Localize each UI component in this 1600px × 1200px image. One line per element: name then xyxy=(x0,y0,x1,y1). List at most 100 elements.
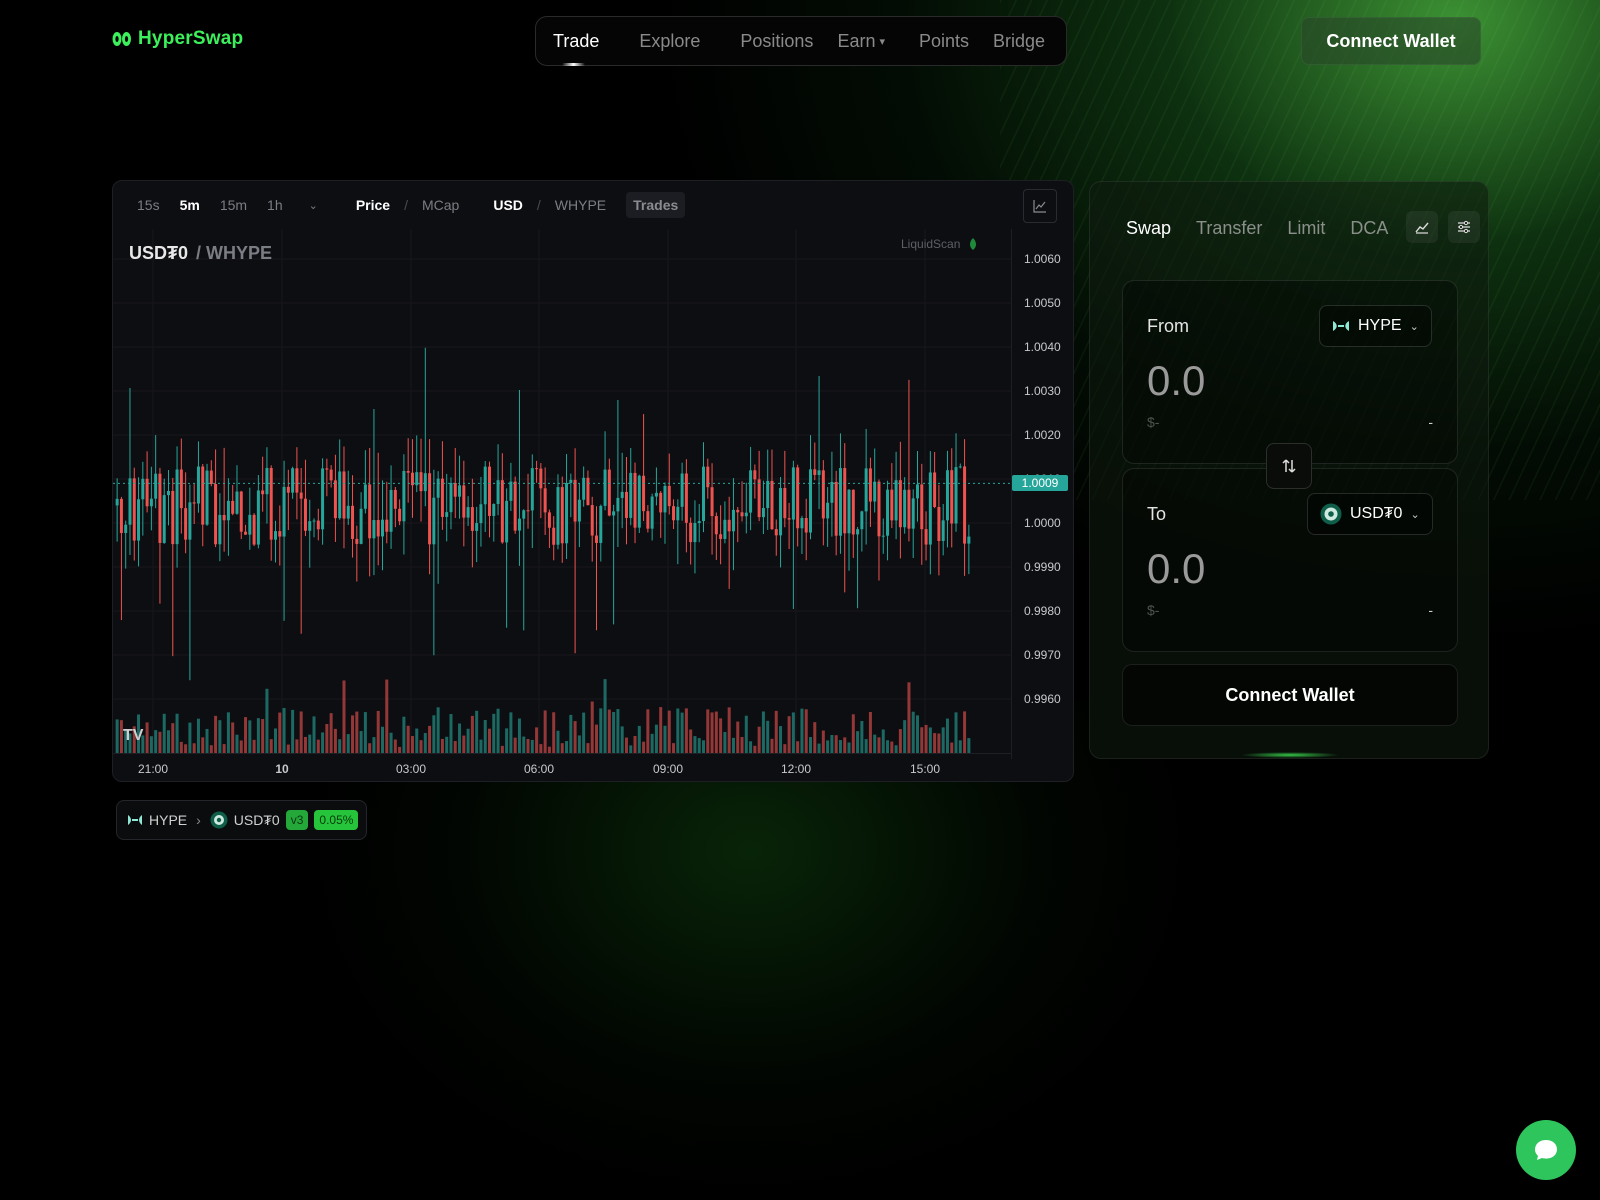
candle-body xyxy=(419,472,423,492)
candle-body xyxy=(800,518,804,529)
volume-bar xyxy=(898,729,902,753)
interval-5m[interactable]: 5m xyxy=(170,197,210,213)
candle-body xyxy=(911,498,915,529)
chart-toolbar: 15s 5m 15m 1h ⌄ Price / MCap USD / WHYPE… xyxy=(113,181,1073,229)
candle-body xyxy=(359,508,363,544)
volume-bar xyxy=(368,743,372,753)
from-amount-input[interactable] xyxy=(1147,357,1347,405)
separator: / xyxy=(536,197,541,213)
candle-body xyxy=(684,473,688,523)
candle-body xyxy=(406,470,410,473)
interval-15m[interactable]: 15m xyxy=(210,197,257,213)
volume-bar xyxy=(154,730,158,753)
to-label: To xyxy=(1147,504,1167,524)
swap-connect-wallet-button[interactable]: Connect Wallet xyxy=(1122,664,1458,726)
candle-body xyxy=(316,520,320,530)
nav-trade[interactable]: Trade xyxy=(536,17,611,66)
volume-bar xyxy=(702,740,705,753)
volume-bar xyxy=(406,725,410,753)
volume-bar xyxy=(624,737,628,753)
candle-body xyxy=(517,518,521,531)
brand-logo[interactable]: HyperSwap xyxy=(112,28,243,50)
candle-body xyxy=(577,499,581,522)
tab-limit[interactable]: Limit xyxy=(1287,218,1325,239)
candle-body xyxy=(723,519,727,539)
sliders-icon xyxy=(1458,220,1470,234)
volume-bar xyxy=(440,738,444,753)
tab-transfer[interactable]: Transfer xyxy=(1196,218,1262,239)
toggle-mcap[interactable]: MCap xyxy=(412,197,469,213)
candle-body xyxy=(535,468,539,470)
candle-body xyxy=(826,502,830,519)
volume-bar xyxy=(338,739,342,753)
nav-bridge[interactable]: Bridge xyxy=(981,17,1057,65)
volume-bar xyxy=(513,737,517,753)
volume-bar xyxy=(864,739,868,753)
to-token-label: USD₮0 xyxy=(1350,505,1403,522)
candlestick-chart[interactable] xyxy=(113,229,1011,753)
trades-toggle[interactable]: Trades xyxy=(626,192,686,218)
interval-1h[interactable]: 1h xyxy=(257,197,293,213)
candle-body xyxy=(509,481,513,501)
volume-bar xyxy=(492,713,496,753)
to-token-selector[interactable]: USD₮0 ⌄ xyxy=(1307,493,1433,535)
candle-body xyxy=(342,471,346,519)
tradingview-logo[interactable]: TV xyxy=(123,727,143,745)
volume-bar xyxy=(856,731,860,753)
volume-bar xyxy=(496,708,500,753)
nav-positions[interactable]: Positions xyxy=(712,17,825,65)
time-tick-label: 10 xyxy=(275,762,289,776)
nav-earn[interactable]: Earn ▾ xyxy=(825,17,897,65)
nav-points[interactable]: Points xyxy=(897,17,981,65)
volume-bar xyxy=(470,715,474,753)
volume-bar xyxy=(428,725,432,753)
candle-body xyxy=(595,535,598,543)
nav-explore[interactable]: Explore xyxy=(611,17,712,65)
volume-bar xyxy=(458,723,462,753)
flip-tokens-button[interactable] xyxy=(1266,443,1312,489)
connect-wallet-button[interactable]: Connect Wallet xyxy=(1301,17,1481,65)
to-amount-input[interactable] xyxy=(1147,545,1347,593)
volume-bar xyxy=(209,745,213,753)
candle-body xyxy=(796,467,800,529)
hyperswap-logo-icon xyxy=(112,32,131,46)
volume-bar xyxy=(535,727,539,753)
chart-toggle-button[interactable] xyxy=(1406,211,1438,243)
toggle-price[interactable]: Price xyxy=(346,197,400,213)
volume-bar xyxy=(453,741,457,753)
toggle-whype[interactable]: WHYPE xyxy=(545,197,616,213)
candle-body xyxy=(599,505,603,543)
candle-body xyxy=(432,497,436,545)
volume-bar xyxy=(714,711,718,753)
volume-bar xyxy=(363,712,367,753)
toggle-usd[interactable]: USD xyxy=(483,197,533,213)
tab-dca[interactable]: DCA xyxy=(1350,218,1388,239)
candle-body xyxy=(158,473,162,543)
interval-dropdown-icon[interactable]: ⌄ xyxy=(299,199,328,212)
candle-body xyxy=(385,519,389,532)
volume-bar xyxy=(115,719,119,753)
candle-body xyxy=(488,466,491,516)
price-tick-label: 0.9970 xyxy=(1024,648,1061,662)
tab-swap[interactable]: Swap xyxy=(1126,218,1171,239)
candle-body xyxy=(381,519,384,537)
interval-15s[interactable]: 15s xyxy=(127,197,170,213)
volume-bar xyxy=(261,719,265,753)
from-token-selector[interactable]: HYPE ⌄ xyxy=(1319,305,1432,347)
liquidscan-attribution[interactable]: LiquidScan xyxy=(901,237,978,251)
candle-body xyxy=(847,489,851,534)
candle-body xyxy=(950,470,954,524)
candle-body xyxy=(162,495,166,543)
candle-body xyxy=(736,509,740,513)
volume-bar xyxy=(654,724,658,753)
candle-body xyxy=(582,477,586,500)
volume-bar xyxy=(582,712,586,753)
chart-type-button[interactable] xyxy=(1023,189,1057,223)
candle-body xyxy=(547,512,551,528)
price-tick-label: 1.0050 xyxy=(1024,296,1061,310)
chat-support-button[interactable] xyxy=(1516,1120,1576,1180)
candle-body xyxy=(877,481,881,537)
settings-button[interactable] xyxy=(1448,211,1480,243)
time-tick-label: 03:00 xyxy=(395,762,427,776)
pair-quote: / WHYPE xyxy=(196,243,273,263)
